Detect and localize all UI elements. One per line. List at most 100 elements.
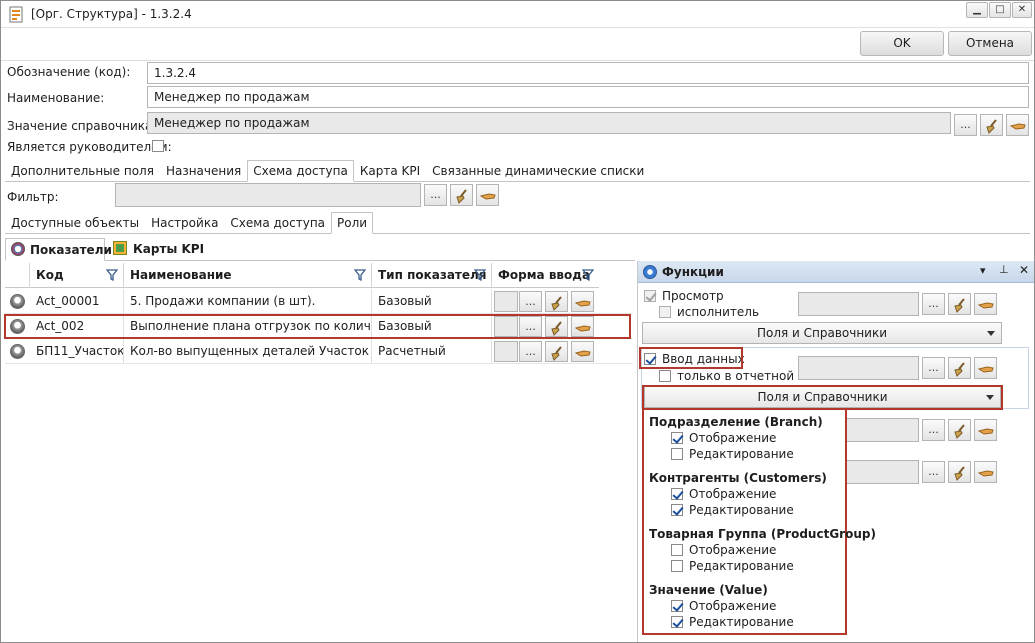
- filter-clear-button[interactable]: [450, 184, 473, 206]
- only-report-checkbox[interactable]: [659, 370, 671, 382]
- maximize-button[interactable]: □: [989, 2, 1011, 18]
- main-window: [Орг. Структура] - 1.3.2.4 ▁ □ ✕ OK Отме…: [0, 0, 1035, 643]
- col-code[interactable]: Код: [30, 263, 124, 288]
- input-form-field[interactable]: [494, 291, 518, 312]
- broom-icon: [551, 296, 562, 311]
- hand-pointer-icon: [575, 300, 591, 307]
- ref-field[interactable]: Менеджер по продажам: [147, 112, 951, 134]
- hand-pointer-icon: [978, 428, 994, 435]
- hidden-clear-button-1[interactable]: [948, 419, 971, 441]
- filter-label: Фильтр:: [7, 190, 59, 204]
- view-clear-button[interactable]: [948, 293, 971, 315]
- cell-type: Базовый: [372, 289, 492, 314]
- tab-indicators[interactable]: Показатели: [5, 238, 112, 261]
- group-customers: Контрагенты (Customers): [649, 471, 827, 485]
- col-code-label: Код: [36, 268, 64, 282]
- row-select-button[interactable]: [571, 341, 594, 362]
- fields-combo-label: Поля и Справочники: [756, 326, 888, 340]
- branch-display-checkbox[interactable]: [671, 432, 683, 444]
- value-edit-checkbox[interactable]: [671, 616, 683, 628]
- ref-select-button[interactable]: [1006, 114, 1029, 136]
- row-ellipsis-button[interactable]: ...: [519, 291, 542, 312]
- row-select-button[interactable]: [571, 291, 594, 312]
- table-row[interactable]: БП11_Участок 1 Кол-во выпущенных деталей…: [5, 339, 633, 364]
- input-field[interactable]: [798, 356, 919, 380]
- cancel-button[interactable]: Отмена: [948, 31, 1032, 56]
- tab-assignments[interactable]: Назначения: [160, 160, 247, 182]
- tab-additional-fields[interactable]: Дополнительные поля: [5, 160, 160, 182]
- cell-code: БП11_Участок 1: [30, 339, 124, 364]
- executor-checkbox[interactable]: [659, 306, 671, 318]
- filter-select-button[interactable]: [476, 184, 499, 206]
- col-type[interactable]: Тип показателя: [372, 263, 492, 288]
- tab-available-objects[interactable]: Доступные объекты: [5, 212, 145, 234]
- input-select-button[interactable]: [974, 357, 997, 379]
- value-display-checkbox[interactable]: [671, 600, 683, 612]
- indicator-calc-icon: [10, 344, 25, 359]
- filter-field[interactable]: [115, 183, 421, 207]
- ok-button[interactable]: OK: [860, 31, 944, 56]
- input-ellipsis-button[interactable]: ...: [922, 357, 945, 379]
- cell-name: 5. Продажи компании (в шт).: [124, 289, 372, 314]
- group-value: Значение (Value): [649, 583, 768, 597]
- view-checkbox[interactable]: [644, 290, 656, 302]
- broom-icon: [954, 298, 965, 313]
- ref-ellipsis-button[interactable]: ...: [954, 114, 977, 136]
- code-field[interactable]: 1.3.2.4: [147, 62, 1029, 84]
- col-name[interactable]: Наименование: [124, 263, 372, 288]
- branch-edit-label: Редактирование: [689, 447, 794, 461]
- tab-kpi-cards-label: Карты KPI: [133, 242, 205, 256]
- tab-roles[interactable]: Роли: [331, 212, 374, 234]
- only-report-label: только в отчетной ка: [677, 369, 793, 383]
- pin-icon[interactable]: ⊥: [999, 263, 1009, 276]
- row-clear-button[interactable]: [545, 341, 568, 362]
- fields-combo-view[interactable]: Поля и Справочники: [642, 322, 1002, 344]
- productgroup-display-label: Отображение: [689, 543, 777, 557]
- indicator-abc-icon: [10, 294, 25, 309]
- row-clear-button[interactable]: [545, 291, 568, 312]
- executor-label: исполнитель: [677, 305, 760, 319]
- col-input-form[interactable]: Форма ввода: [492, 263, 599, 288]
- tab-kpi-cards[interactable]: Карты KPI: [109, 238, 209, 260]
- hidden-select-button-2[interactable]: [974, 461, 997, 483]
- row-ellipsis-button[interactable]: ...: [519, 341, 542, 362]
- panel-close-icon[interactable]: ✕: [1019, 263, 1029, 277]
- tab-settings[interactable]: Настройка: [145, 212, 224, 234]
- hidden-ellipsis-button-1[interactable]: ...: [922, 419, 945, 441]
- minimize-button[interactable]: ▁: [966, 2, 988, 18]
- hidden-ellipsis-button-2[interactable]: ...: [922, 461, 945, 483]
- table-row[interactable]: Act_00001 5. Продажи компании (в шт). Ба…: [5, 289, 633, 314]
- close-button[interactable]: ✕: [1012, 2, 1032, 18]
- hidden-clear-button-2[interactable]: [948, 461, 971, 483]
- customers-display-checkbox[interactable]: [671, 488, 683, 500]
- view-ellipsis-button[interactable]: ...: [922, 293, 945, 315]
- filter-icon[interactable]: [106, 269, 118, 281]
- branch-edit-checkbox[interactable]: [671, 448, 683, 460]
- col-type-label: Тип показателя: [378, 268, 487, 282]
- value-display-label: Отображение: [689, 599, 777, 613]
- filter-icon[interactable]: [582, 269, 594, 281]
- head-checkbox[interactable]: [152, 140, 164, 152]
- chevron-down-icon: [987, 331, 995, 336]
- broom-icon: [456, 189, 467, 204]
- name-field[interactable]: Менеджер по продажам: [147, 86, 1029, 108]
- input-clear-button[interactable]: [948, 357, 971, 379]
- ref-clear-button[interactable]: [980, 114, 1003, 136]
- view-field[interactable]: [798, 292, 919, 316]
- broom-icon: [551, 346, 562, 361]
- tab-access-scheme-2[interactable]: Схема доступа: [224, 212, 331, 234]
- filter-icon[interactable]: [474, 269, 486, 281]
- name-label: Наименование:: [7, 91, 105, 105]
- tab-kpi-map[interactable]: Карта KPI: [354, 160, 426, 182]
- tab-access-scheme[interactable]: Схема доступа: [247, 160, 354, 182]
- hidden-select-button-1[interactable]: [974, 419, 997, 441]
- dropdown-icon[interactable]: ▾: [980, 264, 986, 277]
- input-form-field[interactable]: [494, 341, 518, 362]
- productgroup-edit-checkbox[interactable]: [671, 560, 683, 572]
- filter-ellipsis-button[interactable]: ...: [424, 184, 447, 206]
- tab-dynamic-lists[interactable]: Связанные динамические списки: [426, 160, 650, 182]
- productgroup-display-checkbox[interactable]: [671, 544, 683, 556]
- customers-edit-checkbox[interactable]: [671, 504, 683, 516]
- view-select-button[interactable]: [974, 293, 997, 315]
- filter-icon[interactable]: [354, 269, 366, 281]
